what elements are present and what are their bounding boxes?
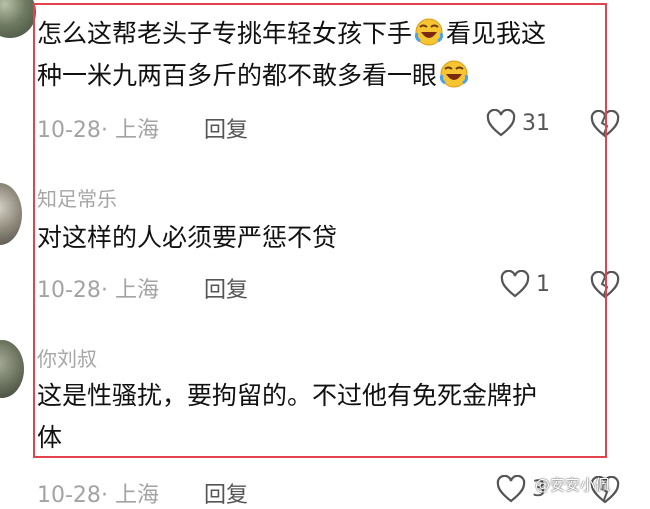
comment-meta: 10-28· 上海 回复: [37, 278, 248, 303]
grinning-squinting-tears-emoji-icon: [439, 59, 469, 89]
comment-text: 怎么这帮老头子专挑年轻女孩下手 看见我这 种一米九两百多斤的都不敢多看一眼: [37, 13, 617, 97]
comment-location: 上海: [114, 118, 159, 143]
like-button[interactable]: 1: [500, 270, 550, 298]
like-count: 31: [522, 110, 550, 136]
comment-text-line: 种一米九两百多斤的都不敢多看一眼: [37, 61, 438, 90]
comment-location: 上海: [114, 278, 159, 303]
comment-text-line: 怎么这帮老头子专挑年轻女孩下手: [37, 19, 413, 48]
broken-heart-icon[interactable]: [589, 271, 621, 299]
comment-text: 这是性骚扰，要拘留的。不过他有免死金牌护 体: [37, 375, 617, 459]
commenter-name[interactable]: 知足常乐: [37, 183, 117, 212]
comment-text-line: 体: [37, 423, 63, 452]
comment-text-line: 看见我这: [446, 19, 547, 48]
reply-button[interactable]: 回复: [204, 483, 248, 508]
avatar[interactable]: [0, 340, 24, 398]
comment-location: 上海: [114, 483, 159, 508]
heart-icon: [496, 475, 526, 503]
like-count: 1: [536, 271, 550, 297]
comment-date: 10-28: [37, 278, 101, 303]
commenter-name[interactable]: 你刘叔: [37, 343, 97, 372]
broken-heart-icon[interactable]: [589, 110, 621, 138]
comment-meta: 10-28· 上海 回复: [37, 118, 248, 143]
heart-icon: [500, 270, 530, 298]
comment-date: 10-28: [37, 483, 101, 508]
comment-meta: 10-28· 上海 回复: [37, 483, 248, 508]
comment-text: 对这样的人必须要严惩不贷: [37, 223, 338, 252]
reply-button[interactable]: 回复: [204, 278, 248, 303]
like-button[interactable]: 31: [486, 109, 550, 137]
comment-text-line: 这是性骚扰，要拘留的。不过他有免死金牌护: [37, 381, 538, 410]
reply-button[interactable]: 回复: [204, 118, 248, 143]
heart-icon: [486, 109, 516, 137]
avatar[interactable]: [0, 0, 36, 38]
watermark: @安安小佩: [535, 476, 611, 494]
grinning-squinting-tears-emoji-icon: [414, 17, 444, 47]
comment-date: 10-28: [37, 118, 101, 143]
avatar[interactable]: [0, 183, 22, 245]
